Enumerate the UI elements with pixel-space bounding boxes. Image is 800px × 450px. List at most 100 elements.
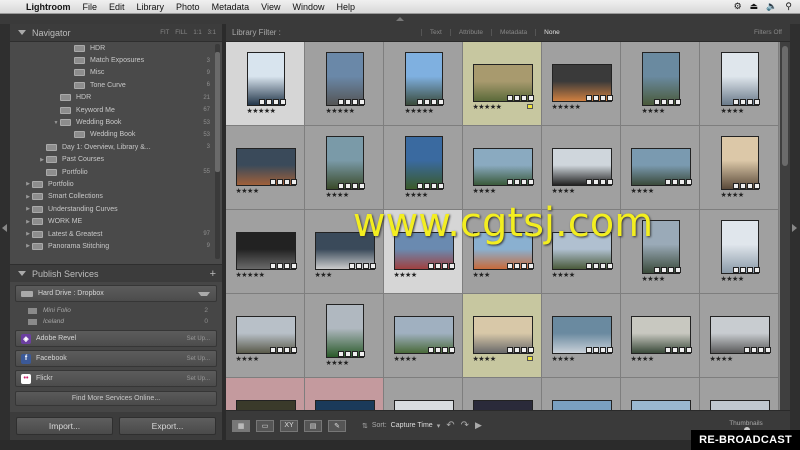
right-panel-toggle[interactable] <box>790 24 800 440</box>
badge-icon[interactable] <box>283 347 290 353</box>
collection-item[interactable]: Keyword Me 67 <box>10 104 222 116</box>
thumbnail-badges[interactable] <box>585 263 613 269</box>
photo-thumbnail[interactable] <box>325 52 364 106</box>
hard-drive-service[interactable]: Hard Drive : Dropbox <box>15 285 217 302</box>
badge-icon[interactable] <box>746 183 753 189</box>
badge-icon[interactable] <box>279 99 286 105</box>
badge-icon[interactable] <box>739 183 746 189</box>
badge-icon[interactable] <box>527 263 534 269</box>
disclosure-arrow-icon[interactable]: ▶ <box>24 181 32 187</box>
disclosure-arrow-icon[interactable]: ▶ <box>24 219 32 225</box>
star-rating[interactable]: ★★★★ <box>721 107 745 115</box>
setup-link[interactable]: Set Up... <box>187 336 216 342</box>
badge-icon[interactable] <box>344 99 351 105</box>
thumbnail-badges[interactable] <box>732 99 760 105</box>
publish-collection-mini-folio[interactable]: Mini Folio 2 <box>10 305 222 316</box>
badge-icon[interactable] <box>358 351 365 357</box>
badge-icon[interactable] <box>606 95 613 101</box>
sort-direction-icon[interactable]: ⇅ <box>362 422 368 430</box>
thumbnail-badges[interactable] <box>269 179 297 185</box>
badge-icon[interactable] <box>585 347 592 353</box>
collection-item[interactable]: Tone Curve 6 <box>10 79 222 91</box>
menu-help[interactable]: Help <box>330 2 361 12</box>
badge-icon[interactable] <box>667 99 674 105</box>
photo-grid-cell[interactable]: ★★★★ <box>305 294 384 378</box>
badge-icon[interactable] <box>276 263 283 269</box>
thumbnail-badges[interactable] <box>732 267 760 273</box>
badge-icon[interactable] <box>448 263 455 269</box>
menu-metadata[interactable]: Metadata <box>206 2 256 12</box>
badge-icon[interactable] <box>753 267 760 273</box>
photo-thumbnail[interactable] <box>720 220 759 274</box>
star-rating[interactable]: ★★★★ <box>721 191 745 199</box>
badge-icon[interactable] <box>685 179 692 185</box>
photo-grid-cell[interactable]: ★★★★ <box>621 126 700 210</box>
play-icon[interactable]: ▶ <box>475 420 482 431</box>
star-rating[interactable]: ★★★★ <box>642 275 666 283</box>
badge-icon[interactable] <box>520 347 527 353</box>
photo-grid-cell[interactable]: ★★★★ <box>305 126 384 210</box>
photo-grid-cell[interactable]: ★★★★★ <box>226 42 305 126</box>
badge-icon[interactable] <box>678 347 685 353</box>
photo-grid-cell[interactable]: ★★★★ <box>226 294 305 378</box>
menu-library[interactable]: Library <box>131 2 171 12</box>
find-more-services-button[interactable]: Find More Services Online... <box>15 391 217 406</box>
star-rating[interactable]: ★★★★ <box>710 355 734 363</box>
collection-item[interactable]: Day 1: Overview, Library &... 3 <box>10 141 222 153</box>
badge-icon[interactable] <box>520 263 527 269</box>
photo-thumbnail[interactable] <box>404 52 443 106</box>
badge-icon[interactable] <box>599 347 606 353</box>
thumbnail-badges[interactable] <box>427 263 455 269</box>
badge-icon[interactable] <box>362 263 369 269</box>
star-rating[interactable]: ★★★★ <box>326 359 350 367</box>
badge-icon[interactable] <box>344 351 351 357</box>
badge-icon[interactable] <box>344 183 351 189</box>
export-button[interactable]: Export... <box>119 417 216 435</box>
badge-icon[interactable] <box>599 95 606 101</box>
badge-icon[interactable] <box>585 179 592 185</box>
badge-icon[interactable] <box>660 267 667 273</box>
compare-view-icon[interactable]: XY <box>280 419 298 432</box>
collection-item[interactable]: ▶ Smart Collections <box>10 191 222 203</box>
photo-grid-cell[interactable]: ★★★ <box>305 210 384 294</box>
thumbnail-badges[interactable] <box>664 347 692 353</box>
badge-icon[interactable] <box>351 351 358 357</box>
badge-icon[interactable] <box>358 183 365 189</box>
thumbnail-badges[interactable] <box>743 347 771 353</box>
collection-item[interactable]: ▶ Panorama Stitching 9 <box>10 240 222 252</box>
rotate-right-icon[interactable]: ↷ <box>461 420 469 431</box>
star-rating[interactable]: ★★★★★ <box>247 107 276 115</box>
thumbnail-badges[interactable] <box>732 183 760 189</box>
photo-thumbnail[interactable] <box>314 400 375 410</box>
star-rating[interactable]: ★★★ <box>315 271 333 279</box>
volume-icon[interactable]: 🔈 <box>766 1 777 12</box>
badge-icon[interactable] <box>290 347 297 353</box>
photo-grid-cell[interactable]: ★★★★★ <box>305 42 384 126</box>
badge-icon[interactable] <box>520 95 527 101</box>
badge-icon[interactable] <box>423 99 430 105</box>
badge-icon[interactable] <box>430 183 437 189</box>
photo-thumbnail[interactable] <box>630 400 691 410</box>
add-service-icon[interactable]: + <box>210 268 222 280</box>
photo-grid-cell[interactable] <box>463 378 542 410</box>
badge-icon[interactable] <box>348 263 355 269</box>
thumbnail-badges[interactable] <box>427 347 455 353</box>
filters-off-dropdown[interactable]: Filters Off <box>754 29 790 36</box>
collection-item[interactable]: ▶ Past Courses <box>10 154 222 166</box>
badge-icon[interactable] <box>337 99 344 105</box>
photo-thumbnail[interactable] <box>720 136 759 190</box>
star-rating[interactable]: ★★★★★ <box>405 107 434 115</box>
menu-photo[interactable]: Photo <box>170 2 206 12</box>
photo-thumbnail[interactable] <box>709 400 770 410</box>
photo-grid-cell[interactable]: ★★★★ <box>542 210 621 294</box>
badge-icon[interactable] <box>753 99 760 105</box>
badge-icon[interactable] <box>269 179 276 185</box>
thumbnail-badges[interactable] <box>337 183 365 189</box>
thumbnail-badges[interactable] <box>506 263 534 269</box>
menu-edit[interactable]: Edit <box>103 2 131 12</box>
collection-item[interactable]: ▼ Wedding Book 53 <box>10 116 222 128</box>
photo-grid-cell[interactable] <box>305 378 384 410</box>
badge-icon[interactable] <box>685 347 692 353</box>
badge-icon[interactable] <box>653 99 660 105</box>
badge-icon[interactable] <box>441 347 448 353</box>
